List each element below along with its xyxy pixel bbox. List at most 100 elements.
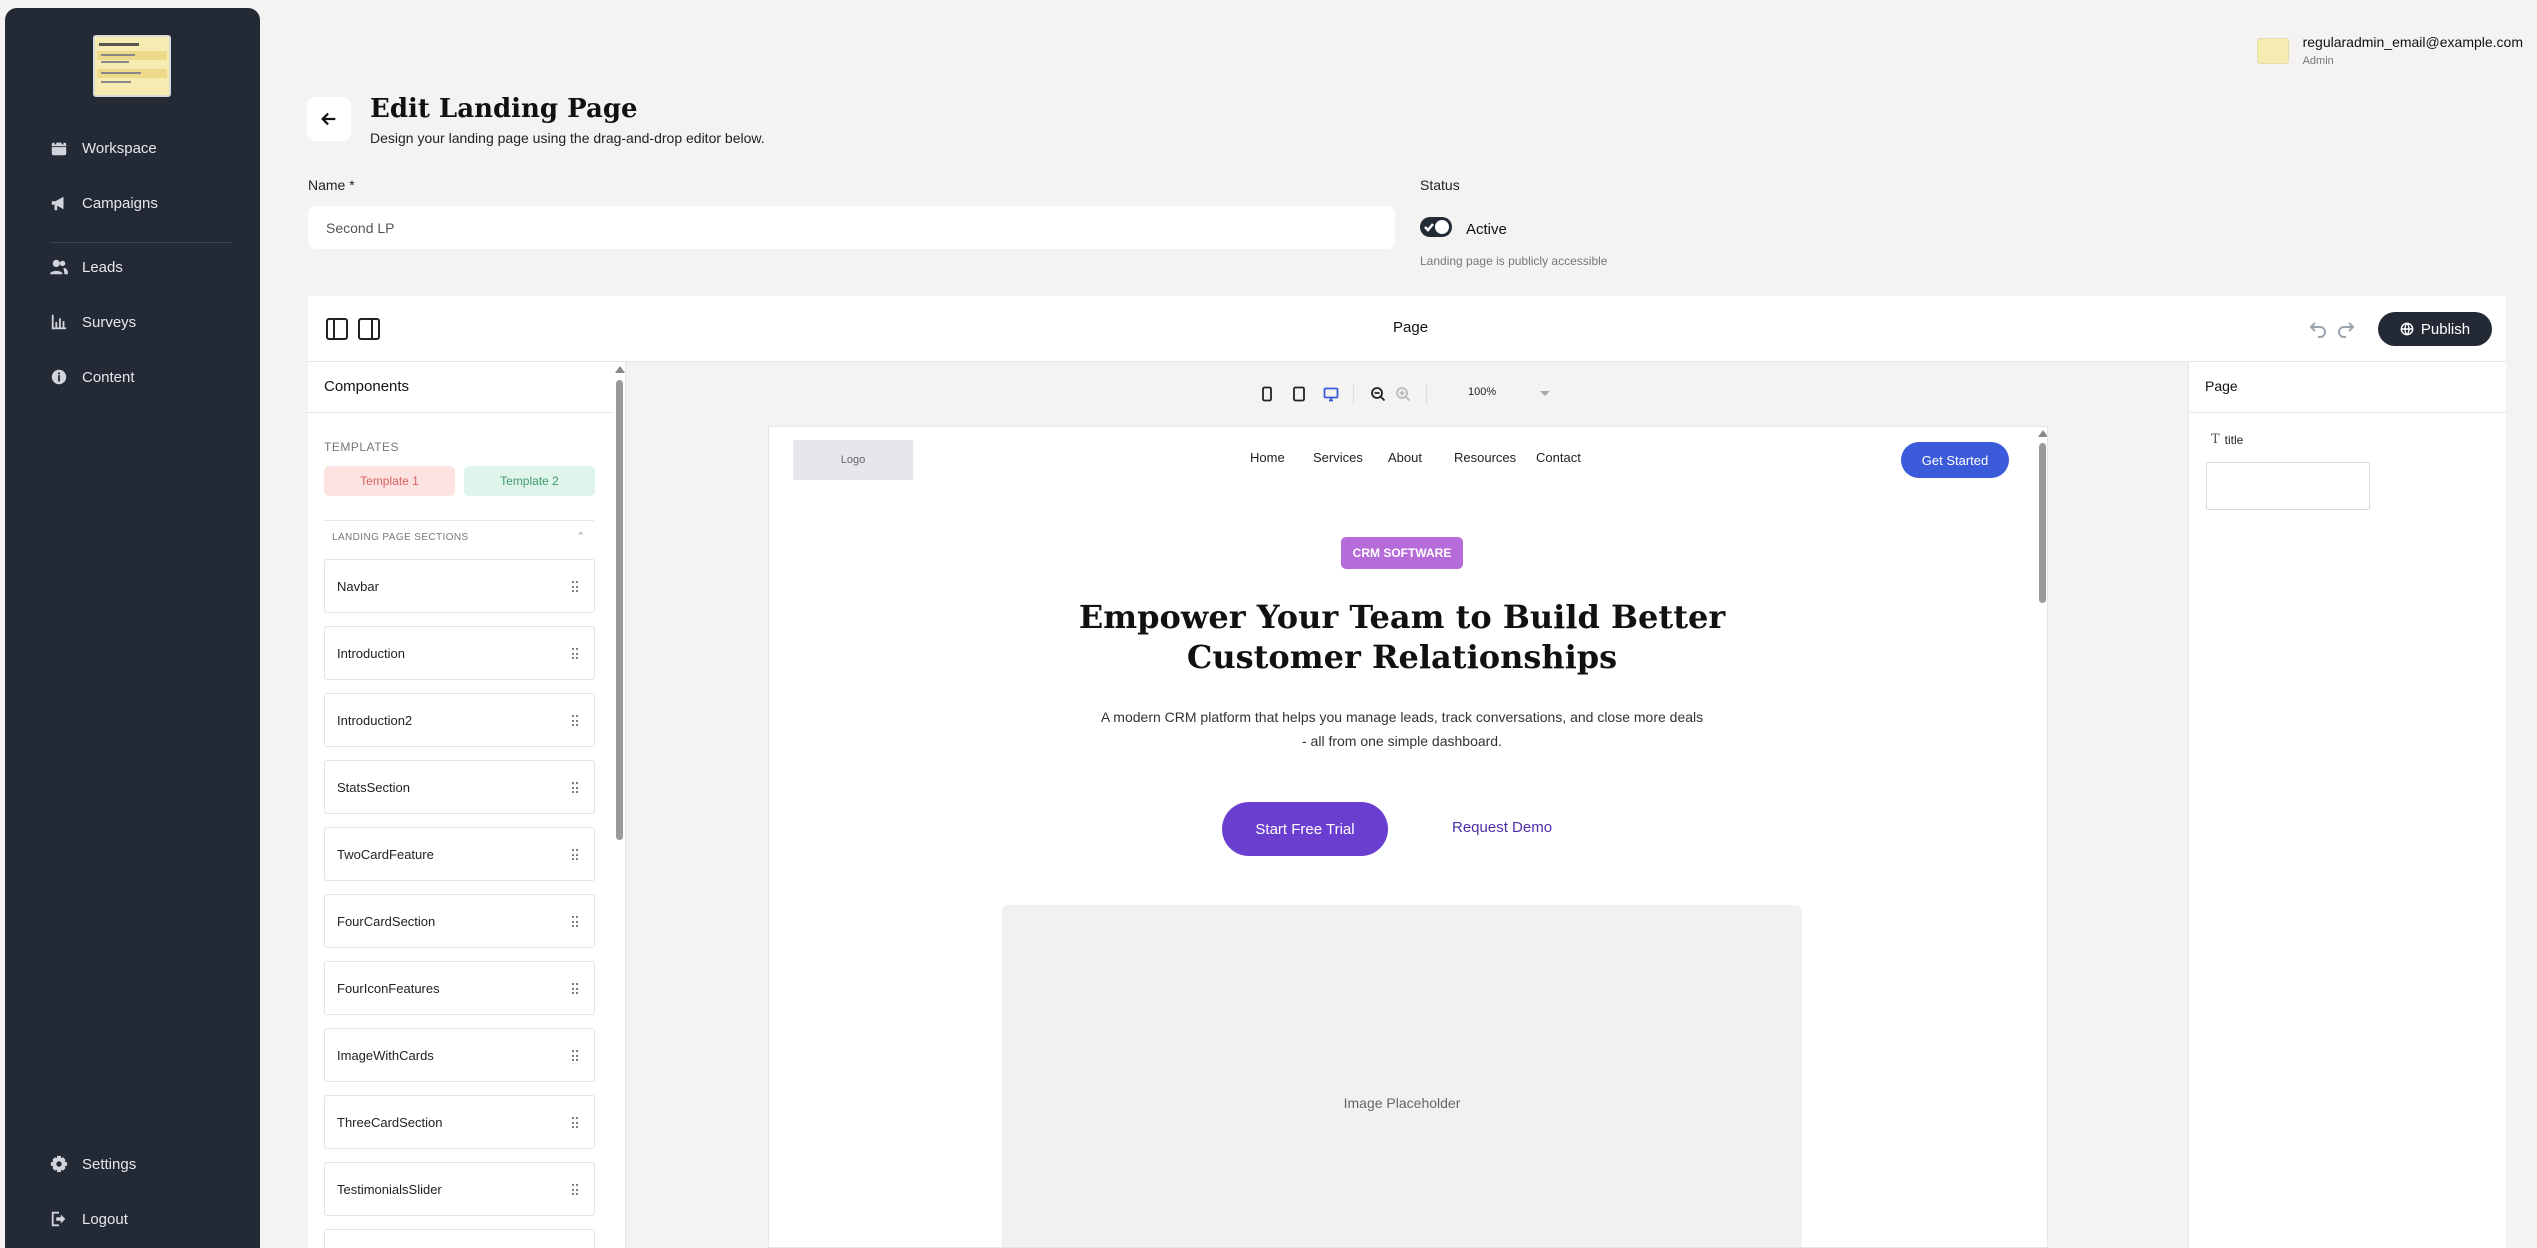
field-label-text: title: [2224, 432, 2244, 447]
check-icon: [1424, 223, 1434, 232]
page-title: Edit Landing Page: [370, 94, 638, 124]
components-title: Components: [324, 378, 410, 395]
sidebar-divider: [50, 242, 232, 243]
sidebar-item-settings[interactable]: Settings: [50, 1152, 136, 1176]
section-label: FourIconFeatures: [337, 981, 440, 996]
preview-logo[interactable]: Logo: [793, 440, 913, 480]
section-item-testimonials-slider[interactable]: TestimonialsSlider: [324, 1162, 595, 1216]
preview-request-demo-link[interactable]: Request Demo: [1452, 819, 1552, 836]
drag-handle-icon[interactable]: [572, 1117, 578, 1129]
templates-label: TEMPLATES: [324, 440, 399, 454]
section-item-three-card-section[interactable]: ThreeCardSection: [324, 1095, 595, 1149]
name-input[interactable]: [308, 206, 1395, 249]
preview-start-trial-button[interactable]: Start Free Trial: [1222, 802, 1388, 856]
sidebar-item-label: Logout: [82, 1210, 128, 1228]
page-subtitle: Design your landing page using the drag-…: [370, 130, 765, 146]
sidebar-item-campaigns[interactable]: Campaigns: [50, 191, 158, 215]
sidebar-item-label: Content: [82, 368, 135, 386]
globe-icon: [2400, 322, 2414, 336]
drag-handle-icon[interactable]: [572, 983, 578, 995]
section-label: FourCardSection: [337, 914, 436, 929]
publish-button[interactable]: Publish: [2378, 312, 2492, 346]
sidebar: Workspace Campaigns Leads Surveys Conten…: [5, 8, 260, 1248]
section-item-navbar[interactable]: Navbar: [324, 559, 595, 613]
app-logo[interactable]: [93, 35, 171, 97]
text-icon: T: [2211, 432, 2220, 447]
publish-label: Publish: [2420, 320, 2471, 338]
preview-scrollbar[interactable]: [2037, 427, 2047, 1247]
canvas-toolbar: 100%: [626, 362, 2188, 422]
drag-handle-icon[interactable]: [572, 916, 578, 928]
sidebar-item-leads[interactable]: Leads: [50, 255, 123, 279]
chevron-up-icon[interactable]: ⌃: [576, 530, 585, 543]
title-input[interactable]: [2206, 462, 2370, 510]
section-item-more[interactable]: [324, 1229, 595, 1248]
preview-heading[interactable]: Empower Your Team to Build Better Custom…: [1069, 597, 1735, 677]
divider: [2189, 412, 2507, 413]
toolbar-separator: [1426, 384, 1427, 404]
sidebar-item-content[interactable]: Content: [50, 365, 135, 389]
avatar: [2256, 38, 2289, 64]
section-item-introduction2[interactable]: Introduction2: [324, 693, 595, 747]
sidebar-item-label: Campaigns: [82, 194, 158, 212]
user-menu[interactable]: regularadmin_email@example.com Admin: [2256, 34, 2523, 67]
template-2-button[interactable]: Template 2: [464, 466, 595, 496]
page-preview: Logo Home Services About Resources Conta…: [768, 426, 2048, 1248]
template-1-button[interactable]: Template 1: [324, 466, 455, 496]
status-toggle[interactable]: [1420, 217, 1452, 237]
toggle-left-panel-icon[interactable]: [326, 318, 348, 340]
drag-handle-icon[interactable]: [572, 648, 578, 660]
zoom-out-icon[interactable]: [1370, 386, 1386, 402]
drag-handle-icon[interactable]: [572, 782, 578, 794]
undo-icon[interactable]: [2308, 318, 2330, 340]
sidebar-item-logout[interactable]: Logout: [50, 1207, 128, 1231]
preview-nav-services[interactable]: Services: [1313, 450, 1363, 465]
section-label: Introduction2: [337, 713, 413, 728]
sidebar-item-label: Settings: [82, 1155, 137, 1173]
editor-title: Page: [1393, 319, 1429, 336]
preview-nav-resources[interactable]: Resources: [1454, 450, 1516, 465]
properties-title: Page: [2205, 378, 2238, 394]
section-item-stats[interactable]: StatsSection: [324, 760, 595, 814]
chart-icon: [51, 314, 67, 330]
drag-handle-icon[interactable]: [572, 1184, 578, 1196]
status-value: Active: [1466, 221, 1507, 238]
section-item-introduction[interactable]: Introduction: [324, 626, 595, 680]
drag-handle-icon[interactable]: [572, 581, 578, 593]
desktop-view-icon[interactable]: [1323, 386, 1339, 402]
preview-nav-contact[interactable]: Contact: [1536, 450, 1581, 465]
back-button[interactable]: [307, 97, 351, 141]
drag-handle-icon[interactable]: [572, 715, 578, 727]
drag-handle-icon[interactable]: [572, 1050, 578, 1062]
preview-description[interactable]: A modern CRM platform that helps you man…: [1097, 705, 1707, 753]
preview-get-started-button[interactable]: Get Started: [1901, 442, 2009, 478]
name-label: Name *: [308, 177, 355, 193]
section-item-two-card-feature[interactable]: TwoCardFeature: [324, 827, 595, 881]
mobile-view-icon[interactable]: [1259, 386, 1275, 402]
arrow-left-icon: [321, 112, 336, 126]
preview-nav-home[interactable]: Home: [1250, 450, 1285, 465]
properties-panel: Page T title: [2188, 362, 2507, 1248]
section-item-four-card-section[interactable]: FourCardSection: [324, 894, 595, 948]
sidebar-item-surveys[interactable]: Surveys: [50, 310, 136, 334]
editor-canvas: 100% Logo Home Services About Resources …: [626, 362, 2188, 1248]
preview-image-placeholder[interactable]: Image Placeholder: [1002, 905, 1802, 1247]
gear-icon: [50, 1155, 68, 1173]
toggle-right-panel-icon[interactable]: [358, 318, 380, 340]
preview-badge[interactable]: CRM SOFTWARE: [1341, 537, 1463, 569]
components-scrollbar[interactable]: [614, 366, 625, 1248]
drag-handle-icon[interactable]: [572, 849, 578, 861]
chevron-down-icon: [1540, 391, 1550, 396]
zoom-select[interactable]: 100%: [1463, 383, 1558, 405]
section-item-image-with-cards[interactable]: ImageWithCards: [324, 1028, 595, 1082]
section-item-four-icon-features[interactable]: FourIconFeatures: [324, 961, 595, 1015]
megaphone-icon: [51, 196, 64, 211]
tablet-view-icon[interactable]: [1291, 386, 1307, 402]
sidebar-item-workspace[interactable]: Workspace: [50, 136, 157, 160]
preview-nav-about[interactable]: About: [1388, 450, 1422, 465]
status-hint: Landing page is publicly accessible: [1420, 254, 1608, 268]
toolbar-separator: [1353, 384, 1354, 404]
redo-icon[interactable]: [2336, 318, 2358, 340]
zoom-in-icon[interactable]: [1395, 386, 1411, 402]
calendar-icon: [51, 139, 67, 156]
